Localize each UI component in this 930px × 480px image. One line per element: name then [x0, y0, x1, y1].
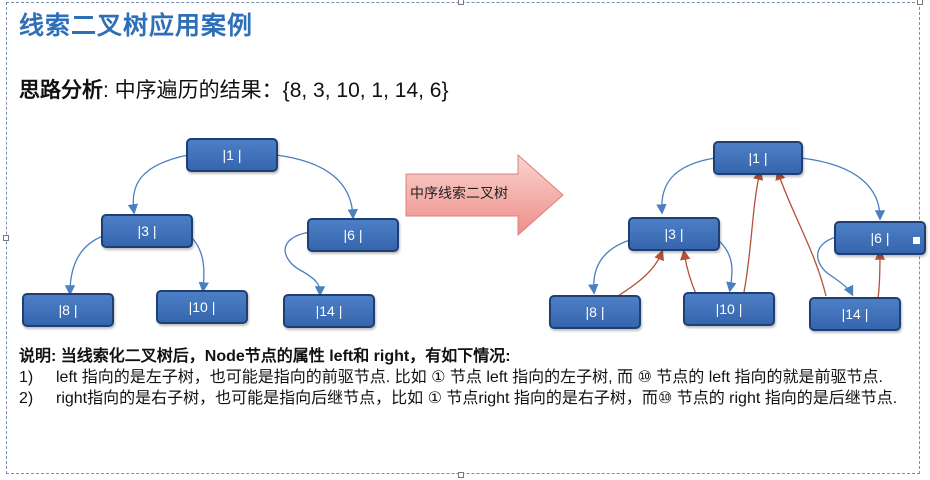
link-1-3: [127, 154, 189, 215]
left-node-8: |8 |: [22, 293, 114, 327]
right-node-14: |14 |: [809, 297, 901, 331]
left-node-14: |14 |: [283, 294, 375, 328]
notes-item-1: 1) left 指向的是左子树，也可能是指向的前驱节点. 比如 ① 节点 lef…: [19, 367, 909, 388]
notes-item-1-number: 1): [19, 369, 34, 386]
link-3-8: [64, 235, 104, 296]
thread-14-right: [874, 249, 886, 299]
notes-item-2: 2) right指向的是右子树，也可能是指向后继节点，比如 ① 节点right …: [19, 388, 909, 409]
link-r-1-6: [800, 157, 886, 221]
node-corner-marker: [913, 237, 920, 244]
link-r-3-10: [717, 239, 737, 293]
left-node-3: |3 |: [101, 214, 193, 248]
thread-14-left: [775, 169, 827, 297]
notes-section: 说明: 当线索化二叉树后，Node节点的属性 left和 right，有如下情况…: [19, 346, 909, 409]
thread-8-right: [614, 249, 665, 299]
thread-10-left: [680, 249, 697, 295]
notes-item-1-text: left 指向的是左子树，也可能是指向的前驱节点. 比如 ① 节点 left 指…: [56, 369, 883, 386]
right-node-3: |3 |: [628, 217, 720, 251]
left-node-1: |1 |: [186, 138, 278, 172]
right-node-10: |10 |: [683, 292, 775, 326]
right-node-8: |8 |: [549, 295, 641, 329]
left-node-10: |10 |: [156, 290, 248, 324]
left-node-6: |6 |: [307, 218, 399, 252]
link-1-6: [275, 154, 358, 220]
link-r-3-8: [588, 239, 631, 295]
thread-10-right: [743, 169, 764, 293]
arrow-label: 中序线索二叉树: [410, 185, 508, 201]
link-r-1-3: [656, 157, 716, 215]
notes-item-2-number: 2): [19, 390, 34, 407]
notes-item-2-text: right指向的是右子树，也可能是指向后继节点，比如 ① 节点right 指向的…: [56, 390, 898, 407]
notes-heading: 说明: 当线索化二叉树后，Node节点的属性 left和 right，有如下情况…: [19, 348, 511, 365]
right-node-1: |1 |: [713, 141, 803, 175]
